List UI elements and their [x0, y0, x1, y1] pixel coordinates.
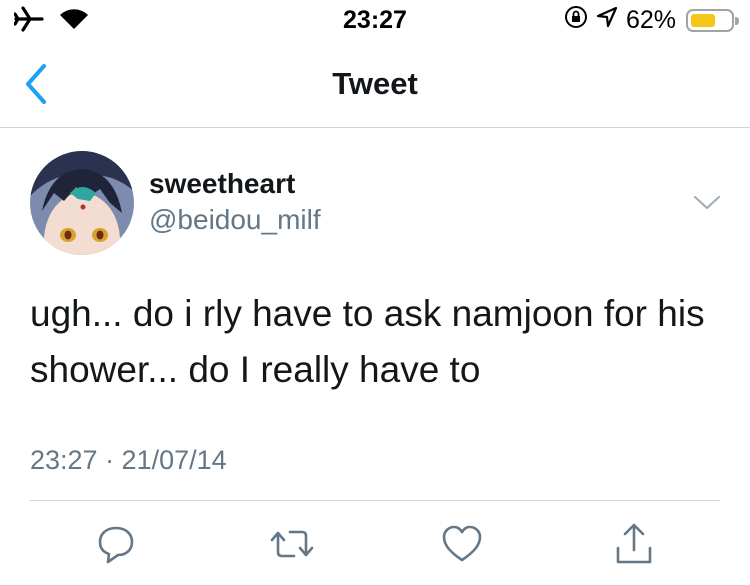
rotation-lock-icon: [564, 5, 588, 36]
retweet-button[interactable]: [270, 522, 314, 566]
retweet-icon: [270, 522, 314, 566]
like-button[interactable]: [440, 522, 484, 566]
share-button[interactable]: [612, 522, 656, 566]
reply-button[interactable]: [94, 522, 138, 566]
status-bar-right: 62%: [564, 5, 739, 36]
user-handle[interactable]: @beidou_milf: [149, 204, 321, 236]
tweet-timestamp: 23:27 · 21/07/14: [30, 445, 227, 475]
battery-icon: [686, 9, 739, 32]
battery-percent: 62%: [625, 6, 676, 34]
reply-icon: [94, 522, 138, 566]
navigation-bar: Tweet: [0, 40, 750, 128]
like-icon: [440, 522, 484, 566]
location-icon: [596, 6, 618, 35]
avatar[interactable]: [30, 151, 134, 255]
battery-level-fill: [691, 14, 715, 27]
page-title: Tweet: [332, 66, 418, 101]
status-bar: 23:27 62%: [0, 0, 750, 40]
battery-cap: [735, 17, 739, 25]
tweet-text: ugh... do i rly have to ask namjoon for …: [30, 293, 705, 390]
divider: [30, 500, 720, 501]
display-name[interactable]: sweetheart: [149, 168, 295, 200]
share-icon: [612, 522, 656, 566]
chevron-down-icon: [692, 195, 722, 218]
more-options-button[interactable]: [692, 192, 722, 214]
